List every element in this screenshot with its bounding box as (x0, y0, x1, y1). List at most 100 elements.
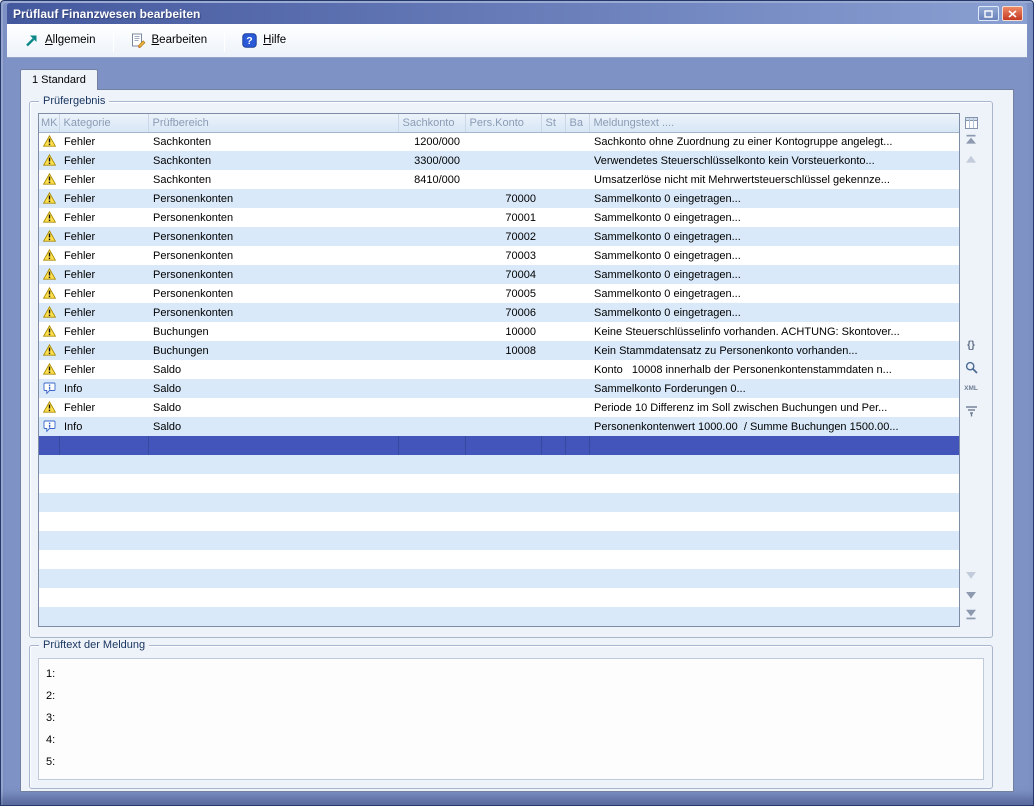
table-row-empty[interactable] (39, 493, 959, 512)
cell-perskonto[interactable]: 10000 (465, 322, 541, 341)
table-row[interactable]: FehlerPersonenkonten70004Sammelkonto 0 e… (39, 265, 959, 284)
go-last-icon[interactable] (964, 607, 978, 622)
filter-icon[interactable] (964, 403, 978, 418)
cell-mk[interactable] (39, 341, 59, 360)
cell-st[interactable] (541, 417, 565, 436)
tab-standard[interactable]: 1 Standard (20, 69, 98, 90)
cell-sachkonto[interactable] (398, 455, 465, 474)
table-row[interactable]: FehlerSaldoPeriode 10 Differenz im Soll … (39, 398, 959, 417)
cell-pruefbereich[interactable]: Personenkonten (148, 189, 398, 208)
cell-perskonto[interactable]: 70000 (465, 189, 541, 208)
cell-perskonto[interactable] (465, 512, 541, 531)
cell-meldungstext[interactable]: Verwendetes Steuerschlüsselkonto kein Vo… (589, 151, 959, 170)
cell-kategorie[interactable]: Fehler (59, 322, 148, 341)
cell-sachkonto[interactable] (398, 322, 465, 341)
cell-ba[interactable] (565, 550, 589, 569)
cell-pruefbereich[interactable]: Sachkonten (148, 132, 398, 151)
cell-perskonto[interactable]: 70001 (465, 208, 541, 227)
cell-pruefbereich[interactable] (148, 531, 398, 550)
cell-sachkonto[interactable]: 3300/000 (398, 151, 465, 170)
cell-ba[interactable] (565, 569, 589, 588)
cell-kategorie[interactable]: Fehler (59, 284, 148, 303)
cell-kategorie[interactable] (59, 531, 148, 550)
table-row-empty[interactable] (39, 531, 959, 550)
cell-meldungstext[interactable]: Sammelkonto 0 eingetragen... (589, 189, 959, 208)
cell-perskonto[interactable] (465, 360, 541, 379)
cell-kategorie[interactable]: Fehler (59, 227, 148, 246)
cell-mk[interactable] (39, 132, 59, 151)
cell-pruefbereich[interactable]: Buchungen (148, 341, 398, 360)
cell-st[interactable] (541, 227, 565, 246)
table-row[interactable]: FehlerBuchungen 10000 Keine Steuerschlüsse… (39, 322, 959, 341)
cell-pruefbereich[interactable]: Personenkonten (148, 284, 398, 303)
table-row-empty[interactable] (39, 455, 959, 474)
cell-st[interactable] (541, 436, 565, 455)
cell-perskonto[interactable] (465, 132, 541, 151)
cell-meldungstext[interactable] (589, 512, 959, 531)
cell-pruefbereich[interactable] (148, 455, 398, 474)
table-row[interactable]: FehlerPersonenkonten70003Sammelkonto 0 e… (39, 246, 959, 265)
column-config-icon[interactable] (964, 115, 978, 130)
cell-ba[interactable] (565, 322, 589, 341)
cell-meldungstext[interactable]: Sammelkonto 0 eingetragen... (589, 303, 959, 322)
cell-ba[interactable] (565, 607, 589, 626)
cell-ba[interactable] (565, 436, 589, 455)
cell-ba[interactable] (565, 151, 589, 170)
cell-st[interactable] (541, 170, 565, 189)
xml-icon[interactable]: XML (964, 382, 978, 397)
toolbar-button-allgemein[interactable]: Allgemein (15, 28, 105, 53)
cell-mk[interactable] (39, 170, 59, 189)
table-row-empty[interactable] (39, 588, 959, 607)
table-row[interactable]: FehlerPersonenkonten70000Sammelkonto 0 e… (39, 189, 959, 208)
cell-sachkonto[interactable] (398, 208, 465, 227)
cell-meldungstext[interactable]: Sammelkonto Forderungen 0... (589, 379, 959, 398)
table-row[interactable]: InfoSaldoPersonenkontenwert 1000.00 / Su… (39, 417, 959, 436)
cell-meldungstext[interactable]: Sammelkonto 0 eingetragen... (589, 284, 959, 303)
cell-sachkonto[interactable] (398, 531, 465, 550)
table-row-empty[interactable] (39, 607, 959, 626)
table-row-selected[interactable] (39, 436, 959, 455)
cell-sachkonto[interactable] (398, 550, 465, 569)
cell-perskonto[interactable]: 70006 (465, 303, 541, 322)
cell-kategorie[interactable] (59, 569, 148, 588)
cell-sachkonto[interactable] (398, 493, 465, 512)
table-row[interactable]: InfoSaldoSammelkonto Forderungen 0... (39, 379, 959, 398)
cell-kategorie[interactable]: Fehler (59, 303, 148, 322)
cell-perskonto[interactable] (465, 436, 541, 455)
cell-sachkonto[interactable] (398, 360, 465, 379)
cell-mk[interactable] (39, 455, 59, 474)
cell-perskonto[interactable]: 70004 (465, 265, 541, 284)
table-row[interactable]: FehlerPersonenkonten70006Sammelkonto 0 e… (39, 303, 959, 322)
search-icon[interactable] (964, 360, 978, 375)
cell-meldungstext[interactable]: Sammelkonto 0 eingetragen... (589, 246, 959, 265)
cell-st[interactable] (541, 246, 565, 265)
cell-mk[interactable] (39, 265, 59, 284)
cell-kategorie[interactable]: Info (59, 379, 148, 398)
cell-meldungstext[interactable] (589, 531, 959, 550)
cell-meldungstext[interactable]: Keine Steuerschlüsselinfo vorhanden. ACH… (589, 322, 959, 341)
cell-perskonto[interactable] (465, 398, 541, 417)
cell-mk[interactable] (39, 550, 59, 569)
cell-meldungstext[interactable] (589, 436, 959, 455)
table-row[interactable]: FehlerBuchungen10008Kein Stammdatensatz … (39, 341, 959, 360)
table-row[interactable]: FehlerSaldoKonto 10008 innerhalb der Per… (39, 360, 959, 379)
cell-ba[interactable] (565, 246, 589, 265)
cell-st[interactable] (541, 284, 565, 303)
cell-perskonto[interactable] (465, 588, 541, 607)
cell-st[interactable] (541, 474, 565, 493)
cell-pruefbereich[interactable]: Buchungen (148, 322, 398, 341)
cell-perskonto[interactable]: 70002 (465, 227, 541, 246)
cell-mk[interactable] (39, 512, 59, 531)
cell-ba[interactable] (565, 417, 589, 436)
cell-sachkonto[interactable]: 8410/000 (398, 170, 465, 189)
cell-pruefbereich[interactable] (148, 512, 398, 531)
cell-perskonto[interactable] (465, 151, 541, 170)
cell-st[interactable] (541, 303, 565, 322)
cell-mk[interactable] (39, 189, 59, 208)
cell-perskonto[interactable] (465, 531, 541, 550)
cell-meldungstext[interactable] (589, 474, 959, 493)
column-header-sachkonto[interactable]: Sachkonto (398, 114, 465, 132)
cell-mk[interactable] (39, 588, 59, 607)
cell-meldungstext[interactable] (589, 493, 959, 512)
cell-pruefbereich[interactable]: Personenkonten (148, 227, 398, 246)
